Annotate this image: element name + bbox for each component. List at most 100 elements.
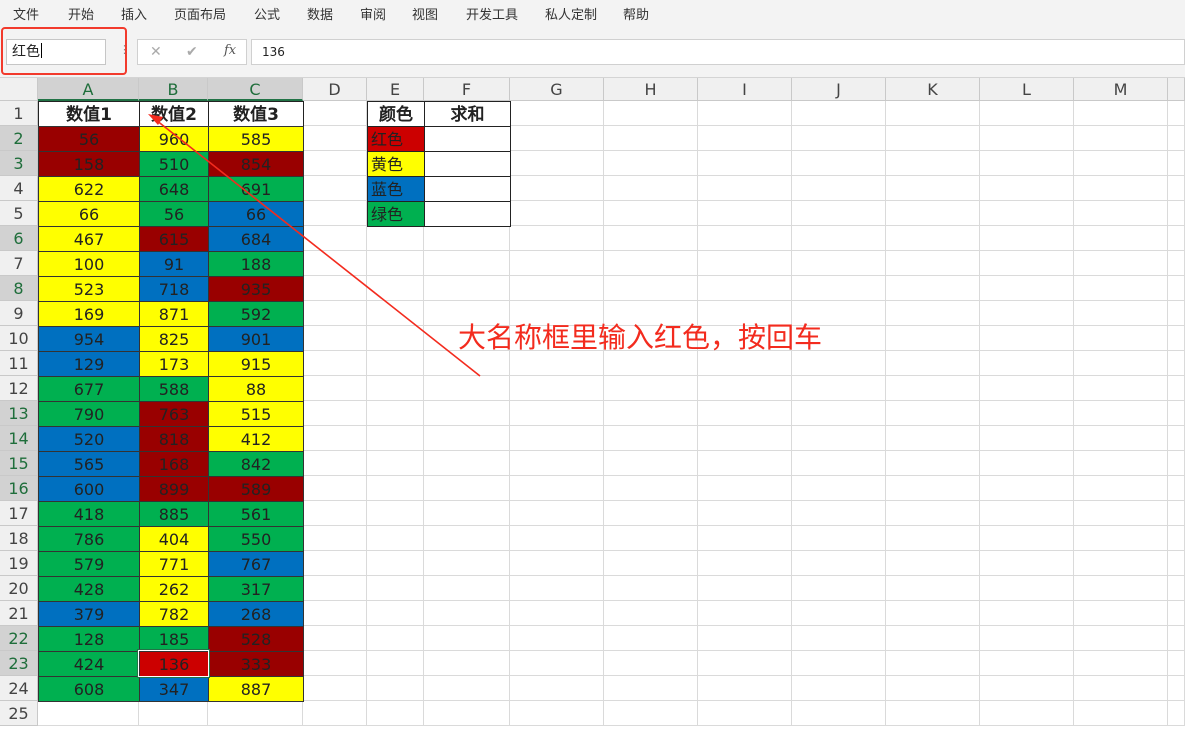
data-cell[interactable]: 901	[208, 326, 304, 352]
data-cell[interactable]: 510	[139, 151, 209, 177]
grid-cell[interactable]	[792, 576, 886, 601]
grid-cell[interactable]	[1074, 451, 1168, 476]
grid-cell[interactable]	[604, 451, 698, 476]
grid-cell[interactable]	[303, 226, 367, 251]
grid-cell[interactable]	[604, 201, 698, 226]
grid-cell[interactable]	[886, 576, 980, 601]
grid-cell[interactable]	[1168, 426, 1185, 451]
data-cell[interactable]: 129	[38, 351, 140, 377]
grid-cell[interactable]	[1168, 176, 1185, 201]
column-header-b[interactable]: B	[139, 78, 208, 101]
data-cell[interactable]: 677	[38, 376, 140, 402]
grid-cell[interactable]	[698, 451, 792, 476]
grid-cell[interactable]	[367, 326, 424, 351]
data-cell[interactable]: 871	[139, 301, 209, 327]
grid-cell[interactable]	[510, 126, 604, 151]
row-header-18[interactable]: 18	[0, 526, 38, 551]
data-cell[interactable]: 168	[139, 451, 209, 477]
enter-icon[interactable]: ✔	[186, 44, 198, 60]
grid-cell[interactable]	[792, 201, 886, 226]
grid-cell[interactable]	[424, 651, 510, 676]
row-header-20[interactable]: 20	[0, 576, 38, 601]
data-cell[interactable]: 66	[38, 201, 140, 227]
grid-cell[interactable]	[424, 226, 510, 251]
data-cell[interactable]: 622	[38, 176, 140, 202]
summary-sum-cell[interactable]	[424, 151, 511, 177]
row-header-10[interactable]: 10	[0, 326, 38, 351]
grid-cell[interactable]	[698, 676, 792, 701]
data-cell[interactable]: 592	[208, 301, 304, 327]
grid-cell[interactable]	[604, 501, 698, 526]
grid-cell[interactable]	[367, 576, 424, 601]
grid-cell[interactable]	[424, 451, 510, 476]
grid-cell[interactable]	[367, 701, 424, 726]
grid-cell[interactable]	[698, 576, 792, 601]
grid-cell[interactable]	[604, 551, 698, 576]
row-header-9[interactable]: 9	[0, 301, 38, 326]
grid-cell[interactable]	[38, 701, 139, 726]
grid-cell[interactable]	[367, 476, 424, 501]
grid-cell[interactable]	[604, 676, 698, 701]
grid-cell[interactable]	[698, 276, 792, 301]
data-cell[interactable]: 188	[208, 251, 304, 277]
column-header-j[interactable]: J	[792, 78, 886, 101]
grid-cell[interactable]	[1074, 301, 1168, 326]
data-cell[interactable]: 333	[208, 651, 304, 677]
grid-cell[interactable]	[367, 401, 424, 426]
row-header-12[interactable]: 12	[0, 376, 38, 401]
grid-cell[interactable]	[980, 701, 1074, 726]
data-cell[interactable]: 158	[38, 151, 140, 177]
grid-cell[interactable]	[792, 226, 886, 251]
splitter-handle[interactable]: ⋮	[119, 43, 130, 56]
grid-cell[interactable]	[1074, 226, 1168, 251]
grid-cell[interactable]	[698, 176, 792, 201]
row-header-16[interactable]: 16	[0, 476, 38, 501]
grid-cell[interactable]	[510, 251, 604, 276]
grid-cell[interactable]	[1168, 351, 1185, 376]
data-cell[interactable]: 550	[208, 526, 304, 552]
data-cell[interactable]: 608	[38, 676, 140, 702]
grid-cell[interactable]	[1168, 326, 1185, 351]
grid-cell[interactable]	[604, 376, 698, 401]
grid-cell[interactable]	[886, 326, 980, 351]
data-header-cell[interactable]: 数值1	[38, 101, 140, 127]
grid-cell[interactable]	[886, 526, 980, 551]
grid-cell[interactable]	[424, 526, 510, 551]
data-cell[interactable]: 412	[208, 426, 304, 452]
grid-cell[interactable]	[886, 351, 980, 376]
grid-cell[interactable]	[792, 601, 886, 626]
grid-cell[interactable]	[886, 626, 980, 651]
grid-cell[interactable]	[1074, 276, 1168, 301]
grid-cell[interactable]	[424, 676, 510, 701]
grid-cell[interactable]	[1074, 476, 1168, 501]
grid-cell[interactable]	[980, 401, 1074, 426]
grid-cell[interactable]	[886, 151, 980, 176]
row-header-25[interactable]: 25	[0, 701, 38, 726]
grid-cell[interactable]	[1168, 226, 1185, 251]
grid-cell[interactable]	[1168, 476, 1185, 501]
grid-cell[interactable]	[367, 501, 424, 526]
grid-cell[interactable]	[424, 601, 510, 626]
grid-cell[interactable]	[698, 651, 792, 676]
data-cell[interactable]: 767	[208, 551, 304, 577]
data-cell[interactable]: 718	[139, 276, 209, 302]
grid-cell[interactable]	[886, 251, 980, 276]
grid-cell[interactable]	[1074, 101, 1168, 126]
grid-cell[interactable]	[424, 376, 510, 401]
data-header-cell[interactable]: 数值3	[208, 101, 304, 127]
grid-cell[interactable]	[424, 501, 510, 526]
grid-cell[interactable]	[604, 476, 698, 501]
grid-cell[interactable]	[604, 151, 698, 176]
grid-cell[interactable]	[367, 551, 424, 576]
grid-cell[interactable]	[367, 376, 424, 401]
column-header-d[interactable]: D	[303, 78, 367, 101]
grid-cell[interactable]	[367, 251, 424, 276]
grid-cell[interactable]	[1168, 526, 1185, 551]
grid-cell[interactable]	[367, 451, 424, 476]
grid-cell[interactable]	[1168, 501, 1185, 526]
data-cell[interactable]: 589	[208, 476, 304, 502]
grid-cell[interactable]	[510, 701, 604, 726]
grid-cell[interactable]	[698, 551, 792, 576]
grid-cell[interactable]	[792, 401, 886, 426]
grid-cell[interactable]	[886, 376, 980, 401]
